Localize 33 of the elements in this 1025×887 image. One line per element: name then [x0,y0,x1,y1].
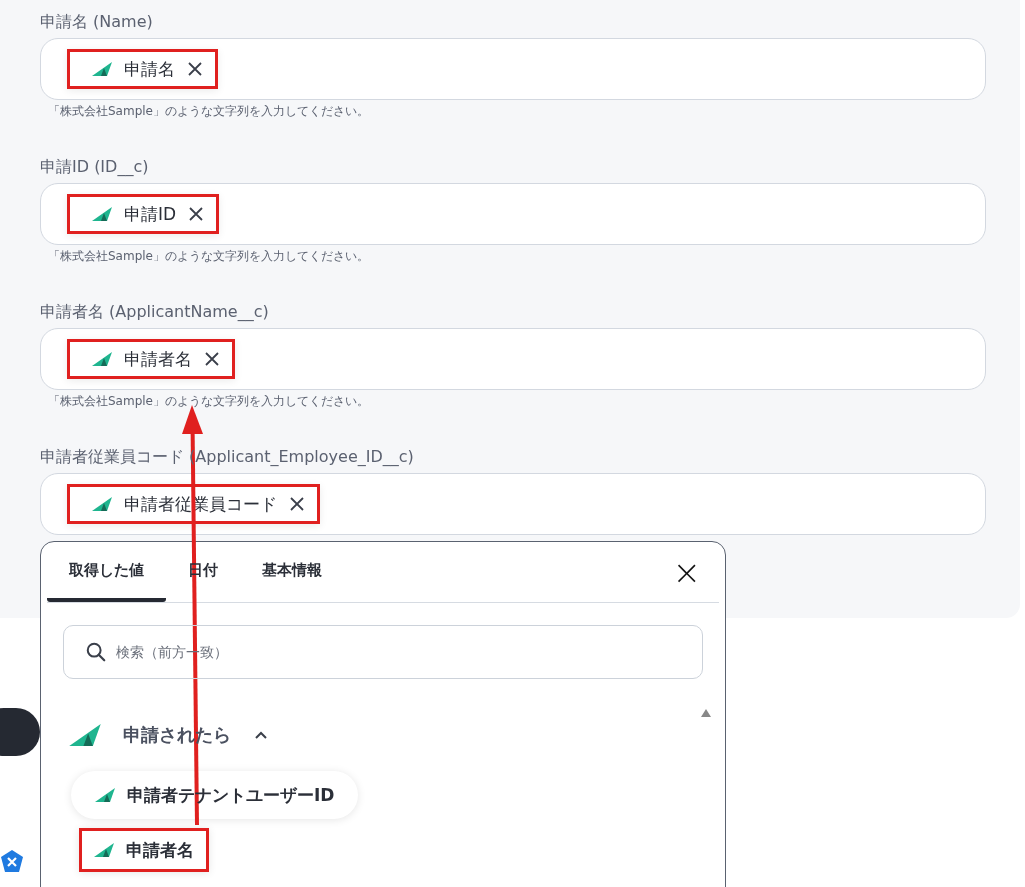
triangle-logo-icon [92,497,112,511]
input-field[interactable]: 申請名 [40,38,986,100]
triangle-logo-icon [94,843,114,857]
tab[interactable]: 取得した値 [47,542,166,602]
hint-text: 「株式会社Sample」のような文字列を入力してください。 [47,248,370,265]
variable-chip[interactable]: 申請名 [67,49,218,89]
variable-chip[interactable]: 申請ID [67,194,220,234]
item-text: 申請者名 [126,838,194,862]
field-label: 申請ID (ID__c) [40,156,150,179]
close-icon[interactable] [289,496,305,512]
tab[interactable]: 基本情報 [240,542,344,602]
triangle-logo-icon [95,788,115,802]
triangle-logo-icon [92,352,112,366]
close-button[interactable]: × [654,542,719,602]
list-item[interactable]: 申請者名 [79,828,209,872]
field-label: 申請名 (Name) [40,11,154,33]
triangle-logo-icon [69,724,101,746]
hint-text: 「株式会社Sample」のような文字列を入力してください。 [47,393,370,410]
input-field[interactable]: 申請者名 [40,328,986,390]
chip-text: 申請ID [124,202,177,226]
triangle-logo-icon [92,207,112,221]
chip-text: 申請者名 [124,347,192,371]
chip-text: 申請名 [124,57,175,81]
search-icon [85,641,107,663]
close-icon[interactable] [188,206,205,222]
scroll-up-icon[interactable] [701,709,711,717]
variable-chip[interactable]: 申請者名 [67,339,235,379]
close-icon[interactable] [187,61,203,77]
input-field[interactable]: 申請ID [40,183,986,245]
close-icon[interactable] [204,351,220,367]
field-label: 申請者名 (ApplicantName__c) [40,301,270,324]
hint-text: 「株式会社Sample」のような文字列を入力してください。 [47,103,370,120]
triangle-logo-icon [92,62,112,76]
